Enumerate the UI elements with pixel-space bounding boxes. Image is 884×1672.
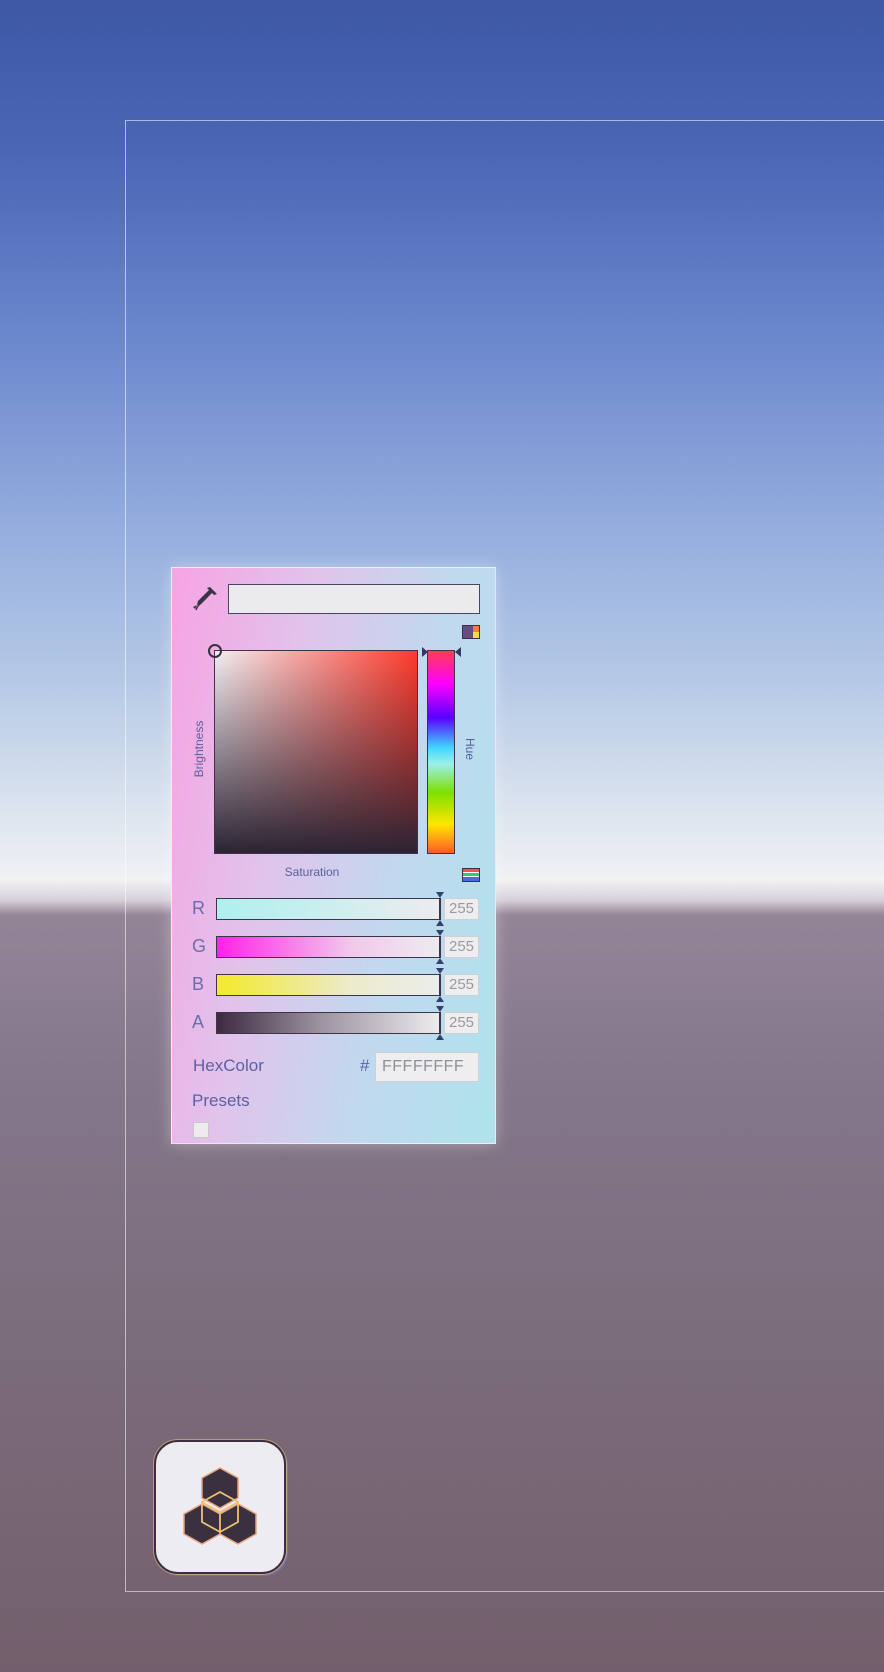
thumb-arrow bbox=[436, 968, 444, 974]
slider-thumb[interactable] bbox=[439, 937, 441, 957]
saturation-label: Saturation bbox=[284, 865, 340, 879]
thumb-arrow bbox=[436, 958, 444, 964]
sv-handle[interactable] bbox=[208, 644, 222, 658]
alpha-slider[interactable] bbox=[216, 1006, 444, 1040]
saturation-brightness-area[interactable] bbox=[208, 644, 418, 854]
hex-prefix: # bbox=[360, 1056, 370, 1075]
channel-label-b: B bbox=[192, 974, 205, 994]
preset-swatch[interactable] bbox=[193, 1122, 209, 1138]
red-value-input[interactable]: 255 bbox=[444, 898, 479, 920]
eyedropper-icon[interactable] bbox=[190, 584, 220, 614]
app-launcher-button[interactable] bbox=[154, 1440, 286, 1574]
current-color-preview bbox=[228, 584, 480, 614]
thumb-arrow bbox=[436, 920, 444, 926]
thumb-arrow bbox=[436, 892, 444, 898]
slider-thumb[interactable] bbox=[439, 899, 441, 919]
cubes-icon bbox=[183, 1467, 257, 1545]
green-value-input[interactable]: 255 bbox=[444, 936, 479, 958]
thumb-arrow bbox=[436, 996, 444, 1002]
hex-color-input[interactable]: FFFFFFFF bbox=[375, 1052, 479, 1082]
hue-arrow-right bbox=[455, 647, 461, 657]
red-slider[interactable] bbox=[216, 892, 444, 926]
hex-color-label: HexColor bbox=[193, 1056, 264, 1075]
slider-thumb[interactable] bbox=[439, 975, 441, 995]
thumb-arrow bbox=[436, 1034, 444, 1040]
hue-label: Hue bbox=[463, 737, 477, 760]
blue-value-input[interactable]: 255 bbox=[444, 974, 479, 996]
green-slider[interactable] bbox=[216, 930, 444, 964]
color-mode-icon[interactable] bbox=[462, 625, 480, 639]
thumb-arrow bbox=[436, 1006, 444, 1012]
blue-slider[interactable] bbox=[216, 968, 444, 1002]
presets-label: Presets bbox=[192, 1091, 250, 1110]
alpha-value-input[interactable]: 255 bbox=[444, 1012, 479, 1034]
color-picker-panel: Brightness Hue Saturation R 255 G 255 B bbox=[171, 567, 496, 1144]
brightness-label: Brightness bbox=[192, 720, 206, 778]
channel-label-a: A bbox=[192, 1012, 205, 1032]
slider-mode-icon[interactable] bbox=[462, 868, 480, 882]
channel-label-g: G bbox=[192, 936, 207, 956]
slider-thumb[interactable] bbox=[439, 1013, 441, 1033]
thumb-arrow bbox=[436, 930, 444, 936]
channel-label-r: R bbox=[192, 898, 205, 918]
hue-slider[interactable] bbox=[427, 650, 455, 854]
